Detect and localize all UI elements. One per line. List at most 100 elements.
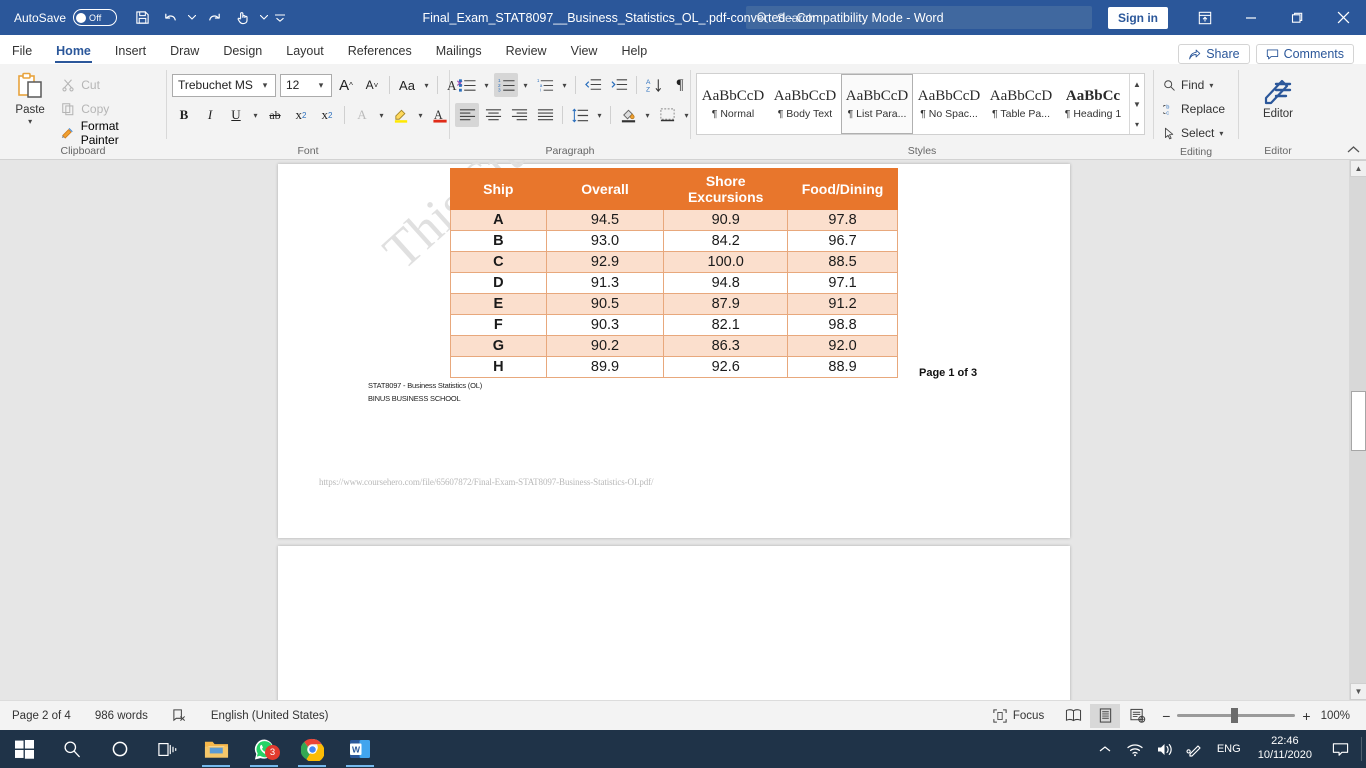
styles-more-icon[interactable]: ▾ [1130, 114, 1144, 134]
scroll-down-button[interactable]: ▼ [1350, 683, 1366, 700]
copy-button[interactable]: Copy [57, 98, 161, 119]
whatsapp-button[interactable]: 3 [240, 730, 288, 768]
save-icon[interactable] [129, 5, 155, 31]
collapse-ribbon-icon[interactable] [1347, 145, 1360, 157]
bold-icon[interactable]: B [172, 103, 196, 127]
undo-dropdown-icon[interactable] [185, 5, 199, 31]
decrease-indent-icon[interactable] [581, 73, 605, 97]
share-button[interactable]: Share [1178, 44, 1250, 64]
underline-icon[interactable]: U [224, 103, 248, 127]
autosave-switch[interactable]: Off [73, 9, 118, 26]
start-button[interactable] [0, 730, 48, 768]
zoom-in-button[interactable]: + [1302, 708, 1310, 724]
strikethrough-icon[interactable]: ab [263, 103, 287, 127]
format-painter-button[interactable]: Format Painter [57, 119, 161, 147]
pen-icon[interactable] [1181, 730, 1209, 768]
increase-indent-icon[interactable] [607, 73, 631, 97]
table-row[interactable]: H 89.9 92.6 88.9 [450, 356, 898, 378]
language-indicator[interactable]: English (United States) [199, 710, 341, 722]
change-case-dropdown-icon[interactable]: ▾ [421, 81, 432, 90]
chrome-button[interactable] [288, 730, 336, 768]
tab-view[interactable]: View [559, 40, 610, 64]
style-list-paragraph[interactable]: AaBbCcD ¶ List Para... [841, 74, 913, 134]
style-body-text[interactable]: AaBbCcD ¶ Body Text [769, 74, 841, 134]
volume-icon[interactable] [1151, 730, 1179, 768]
font-size-combo[interactable]: 12 ▾ [280, 73, 332, 97]
justify-icon[interactable] [533, 103, 557, 127]
text-effects-icon[interactable]: A [350, 103, 374, 127]
underline-dropdown-icon[interactable]: ▾ [250, 111, 261, 120]
zoom-track[interactable] [1177, 708, 1296, 723]
paste-dropdown-icon[interactable]: ▾ [28, 117, 32, 126]
touch-mode-icon[interactable] [229, 5, 255, 31]
tab-design[interactable]: Design [211, 40, 274, 64]
cut-button[interactable]: Cut [57, 74, 161, 95]
replace-button[interactable]: bc Replace [1159, 98, 1229, 120]
tab-review[interactable]: Review [494, 40, 559, 64]
minimize-button[interactable] [1228, 0, 1274, 35]
scroll-thumb[interactable] [1351, 391, 1366, 451]
font-family-combo[interactable]: Trebuchet MS ▾ [172, 73, 276, 97]
style-table-paragraph[interactable]: AaBbCcD ¶ Table Pa... [985, 74, 1057, 134]
document-canvas[interactable]: This Study Ship Overall Shore Excursions… [0, 160, 1366, 700]
autosave-toggle[interactable]: AutoSave Off [14, 9, 118, 26]
italic-icon[interactable]: I [198, 103, 222, 127]
restore-button[interactable] [1274, 0, 1320, 35]
undo-icon[interactable] [157, 5, 183, 31]
ship-ratings-table-page1[interactable]: Ship Overall Shore Excursions Food/Dinin… [450, 168, 898, 378]
table-row[interactable]: F 90.3 82.1 98.8 [450, 314, 898, 336]
superscript-icon[interactable]: x2 [315, 103, 339, 127]
proofing-errors-icon[interactable] [160, 708, 199, 723]
styles-scroll-up-icon[interactable]: ▲ [1130, 74, 1144, 94]
task-view-button[interactable] [144, 730, 192, 768]
comments-button[interactable]: Comments [1255, 44, 1354, 64]
line-spacing-dropdown-icon[interactable]: ▾ [594, 111, 605, 120]
file-explorer-button[interactable] [192, 730, 240, 768]
wifi-icon[interactable] [1121, 730, 1149, 768]
table-row[interactable]: C 92.9 100.0 88.5 [450, 251, 898, 273]
table-row[interactable]: G 90.2 86.3 92.0 [450, 335, 898, 357]
find-button[interactable]: Find ▾ [1159, 74, 1217, 96]
grow-font-icon[interactable]: A ^ [334, 73, 358, 97]
shrink-font-icon[interactable]: A ˅ [360, 73, 384, 97]
show-hidden-icons-button[interactable] [1091, 730, 1119, 768]
tab-mailings[interactable]: Mailings [424, 40, 494, 64]
font-size-dropdown-icon[interactable]: ▾ [314, 80, 328, 91]
styles-scroll-down-icon[interactable]: ▼ [1130, 94, 1144, 114]
tab-layout[interactable]: Layout [274, 40, 336, 64]
customize-qat-icon[interactable] [273, 5, 287, 31]
search-button[interactable] [48, 730, 96, 768]
notification-center-icon[interactable] [1323, 730, 1357, 768]
read-mode-button[interactable] [1058, 704, 1088, 728]
numbering-dropdown-icon[interactable]: ▾ [520, 81, 531, 90]
clock[interactable]: 22:46 10/11/2020 [1249, 735, 1321, 763]
word-count[interactable]: 986 words [83, 710, 160, 722]
font-family-dropdown-icon[interactable]: ▾ [258, 80, 272, 91]
sort-icon[interactable]: AZ [642, 73, 666, 97]
tab-references[interactable]: References [336, 40, 424, 64]
select-button[interactable]: Select ▾ [1159, 122, 1227, 144]
page-indicator[interactable]: Page 2 of 4 [0, 710, 83, 722]
table-row[interactable]: E 90.5 87.9 91.2 [450, 293, 898, 315]
show-formatting-marks-icon[interactable]: ¶ [668, 73, 692, 97]
tab-home[interactable]: Home [44, 40, 103, 64]
font-color-icon[interactable]: A [428, 103, 452, 127]
change-case-icon[interactable]: Aa [395, 73, 419, 97]
table-row[interactable]: B 93.0 84.2 96.7 [450, 230, 898, 252]
styles-gallery-scroll[interactable]: ▲ ▼ ▾ [1129, 74, 1144, 134]
zoom-slider[interactable]: − + [1154, 708, 1318, 724]
style-no-spacing[interactable]: AaBbCcD ¶ No Spac... [913, 74, 985, 134]
borders-icon[interactable] [655, 103, 679, 127]
editor-button[interactable]: Editor [1250, 68, 1306, 120]
tab-file[interactable]: File [0, 40, 44, 64]
show-desktop-button[interactable] [1361, 737, 1362, 761]
close-button[interactable] [1320, 0, 1366, 35]
numbering-icon[interactable]: 123 [494, 73, 518, 97]
multilevel-list-dropdown-icon[interactable]: ▾ [559, 81, 570, 90]
find-dropdown-icon[interactable]: ▾ [1209, 81, 1213, 90]
scroll-track[interactable] [1350, 177, 1366, 683]
redo-icon[interactable] [201, 5, 227, 31]
subscript-icon[interactable]: x2 [289, 103, 313, 127]
paste-button[interactable]: Paste ▾ [5, 68, 55, 126]
table-row[interactable]: A 94.5 90.9 97.8 [450, 209, 898, 231]
